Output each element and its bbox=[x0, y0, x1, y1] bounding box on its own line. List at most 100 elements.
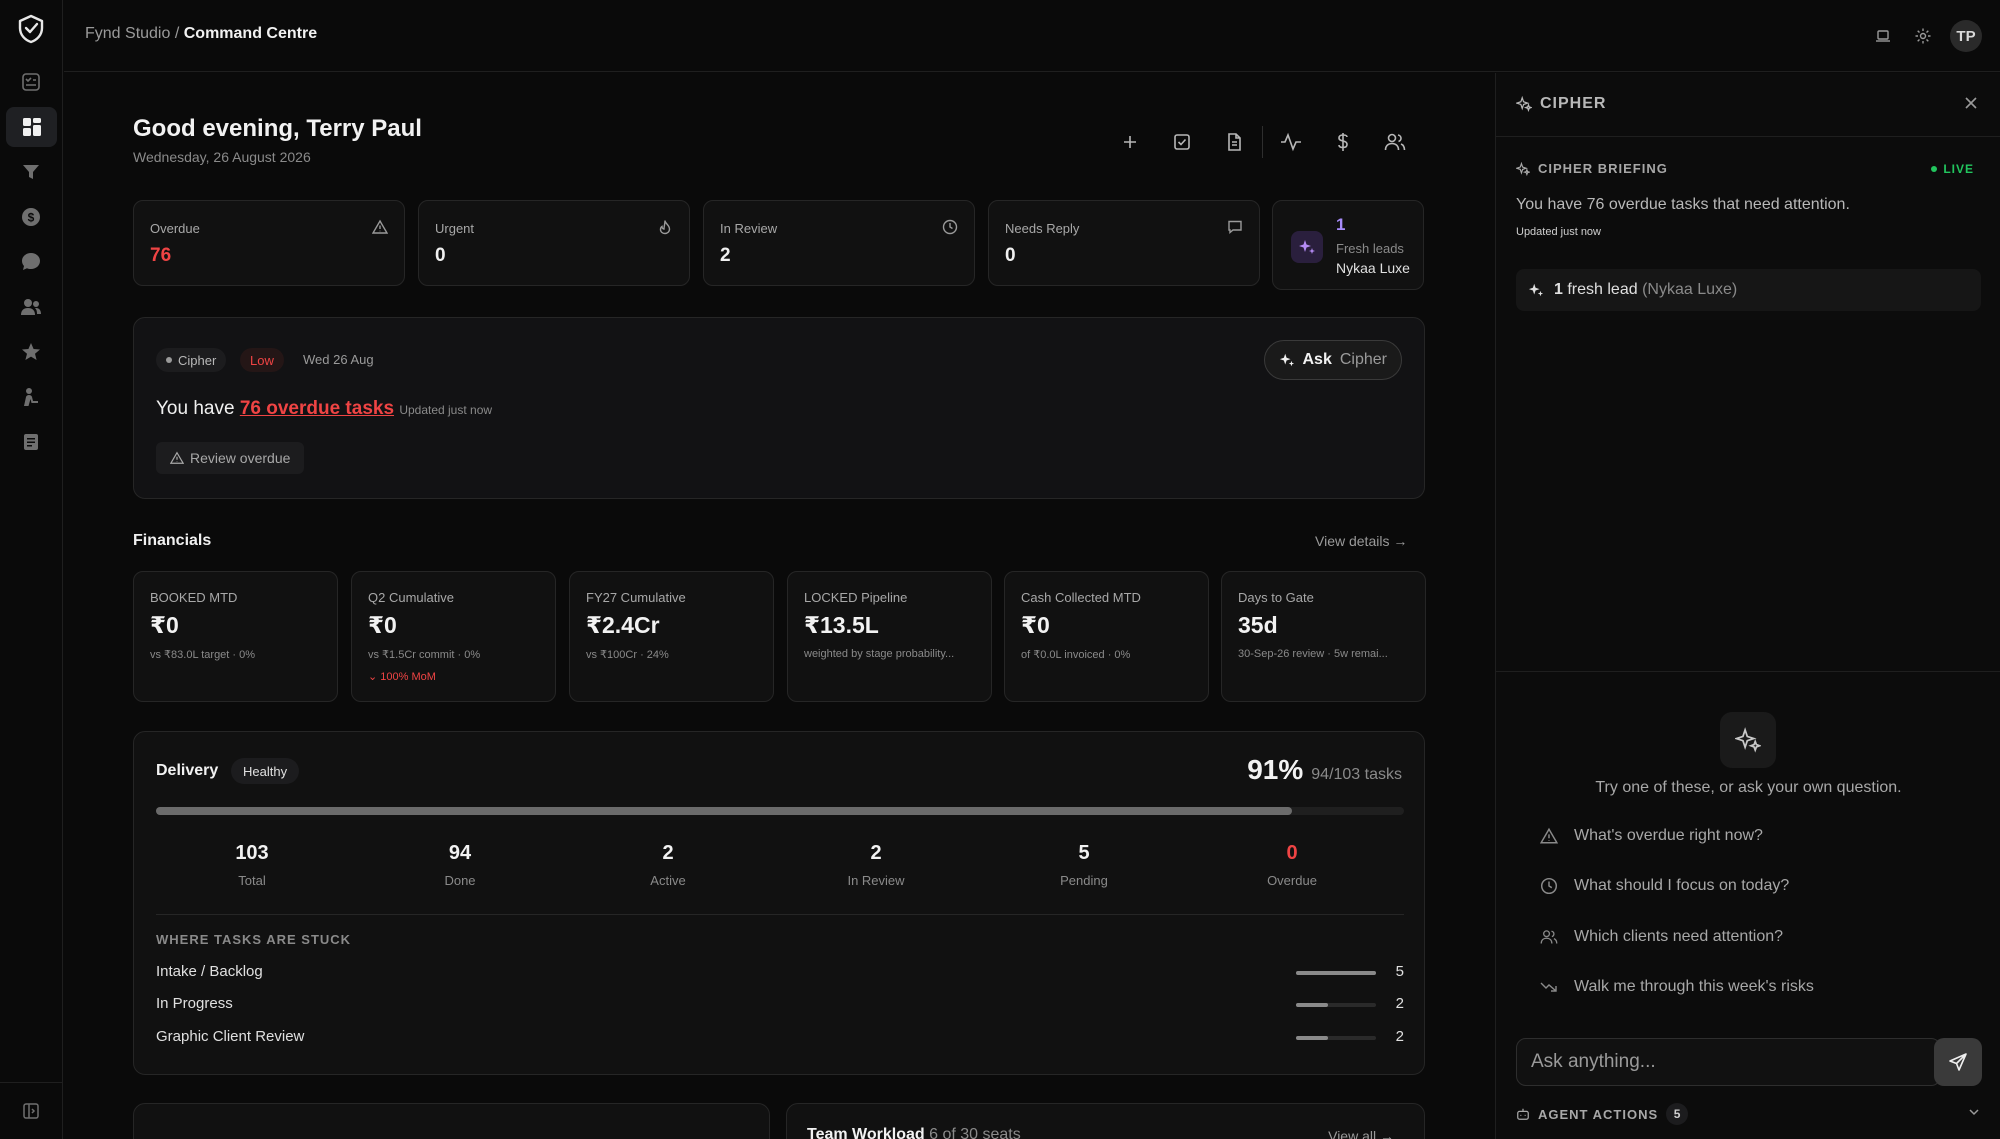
fin-trend: ⌄ 100% MoM bbox=[368, 670, 436, 683]
fin-label: Cash Collected MTD bbox=[1021, 590, 1141, 605]
stuck-bar bbox=[1296, 971, 1376, 975]
ask-cipher-prefix: Ask bbox=[1302, 351, 1332, 368]
fin-value: ₹0 bbox=[150, 612, 179, 638]
financials-title: Financials bbox=[133, 532, 212, 549]
stat-card-needs-reply[interactable]: Needs Reply 0 bbox=[988, 200, 1260, 286]
send-button[interactable] bbox=[1934, 1038, 1982, 1086]
team-icon[interactable] bbox=[1369, 125, 1421, 159]
fresh-lead-client: (Nykaa Luxe) bbox=[1642, 281, 1738, 298]
users-icon[interactable] bbox=[17, 293, 45, 321]
stuck-bar bbox=[1296, 1003, 1376, 1007]
team-workload-label: Team Workload bbox=[807, 1126, 925, 1139]
suggestion-item[interactable]: Walk me through this week's risks bbox=[1540, 978, 1814, 996]
fin-sub: weighted by stage probability... bbox=[804, 648, 955, 660]
toolbar-divider bbox=[1262, 126, 1263, 158]
stat-card-in-review[interactable]: In Review 2 bbox=[703, 200, 975, 286]
stat-label: Overdue bbox=[150, 221, 200, 236]
sidebar-toggle-icon[interactable] bbox=[17, 1097, 45, 1125]
fin-card-locked-pipeline[interactable]: LOCKED Pipeline ₹13.5L weighted by stage… bbox=[787, 571, 992, 702]
document-icon[interactable] bbox=[17, 428, 45, 456]
stuck-row[interactable]: Intake / Backlog 5 bbox=[156, 963, 1404, 983]
close-icon[interactable] bbox=[1963, 95, 1979, 111]
cipher-briefing-text: You have 76 overdue tasks that need atte… bbox=[1516, 196, 1850, 213]
person-icon[interactable] bbox=[17, 383, 45, 411]
sparkle-icon bbox=[1291, 231, 1323, 263]
cipher-panel-divider bbox=[1496, 671, 2000, 672]
fresh-leads-card[interactable]: 1 Fresh leads Nykaa Luxe bbox=[1272, 200, 1424, 290]
delivery-stat-active: 2 Active bbox=[588, 842, 748, 888]
suggestion-item[interactable]: What's overdue right now? bbox=[1540, 827, 1763, 845]
cipher-briefing-card: Cipher Low Wed 26 Aug Ask Cipher You have… bbox=[133, 317, 1425, 499]
star-icon[interactable] bbox=[17, 338, 45, 366]
fin-value: ₹2.4Cr bbox=[586, 612, 660, 638]
fin-sub: of ₹0.0L invoiced · 0% bbox=[1021, 649, 1131, 661]
delivery-stat-in-review: 2 In Review bbox=[796, 842, 956, 888]
review-overdue-label: Review overdue bbox=[190, 450, 291, 466]
dashboard-icon[interactable] bbox=[6, 107, 57, 147]
trend-down-icon bbox=[1540, 982, 1557, 992]
fin-card-q2-cumulative[interactable]: Q2 Cumulative ₹0 vs ₹1.5Cr commit · 0% ⌄… bbox=[351, 571, 556, 702]
fresh-lead-count: 1 bbox=[1554, 281, 1563, 298]
stuck-bar-fill bbox=[1296, 1003, 1328, 1007]
chat-icon[interactable] bbox=[17, 248, 45, 276]
view-details-link[interactable]: View details → bbox=[1315, 533, 1407, 549]
avatar[interactable]: TP bbox=[1950, 20, 1982, 52]
stat-label: Done bbox=[444, 873, 476, 888]
stat-card-urgent[interactable]: Urgent 0 bbox=[418, 200, 690, 286]
team-workload-title: Team Workload 6 of 30 seats bbox=[807, 1126, 1021, 1139]
stuck-row[interactable]: In Progress 2 bbox=[156, 995, 1404, 1015]
cipher-panel-header: CIPHER bbox=[1496, 73, 2000, 137]
fin-card-fy27-cumulative[interactable]: FY27 Cumulative ₹2.4Cr vs ₹100Cr · 24% bbox=[569, 571, 774, 702]
stat-card-overdue[interactable]: Overdue 76 bbox=[133, 200, 405, 286]
add-icon[interactable] bbox=[1104, 125, 1156, 159]
stat-number: 2 bbox=[870, 842, 882, 864]
fin-card-days-to-gate[interactable]: Days to Gate 35d 30-Sep-26 review · 5w r… bbox=[1221, 571, 1426, 702]
team-workload-card: Team Workload 6 of 30 seats View all → bbox=[786, 1103, 1425, 1139]
breadcrumb-parent[interactable]: Fynd Studio bbox=[85, 25, 170, 42]
view-all-link[interactable]: View all → bbox=[1328, 1128, 1394, 1139]
fin-card-booked-mtd[interactable]: BOOKED MTD ₹0 vs ₹83.0L target · 0% bbox=[133, 571, 338, 702]
fin-sub: vs ₹1.5Cr commit · 0% bbox=[368, 649, 481, 661]
fresh-leads-label: Fresh leads bbox=[1336, 241, 1404, 256]
suggestion-item[interactable]: Which clients need attention? bbox=[1540, 928, 1783, 946]
dollar-icon[interactable]: $ bbox=[17, 203, 45, 231]
gear-icon[interactable] bbox=[1910, 22, 1936, 50]
fin-label: Days to Gate bbox=[1238, 590, 1314, 605]
delivery-percent-value: 91% bbox=[1247, 754, 1304, 785]
suggestion-item[interactable]: What should I focus on today? bbox=[1540, 877, 1789, 895]
suggestion-text: What should I focus on today? bbox=[1574, 877, 1790, 894]
fin-sub: vs ₹100Cr · 24% bbox=[586, 649, 669, 661]
task-check-icon[interactable] bbox=[1156, 125, 1208, 159]
sparkle-icon bbox=[1516, 161, 1530, 176]
review-overdue-button[interactable]: Review overdue bbox=[156, 442, 305, 474]
source-label: Cipher bbox=[178, 352, 217, 368]
stuck-title: WHERE TASKS ARE STUCK bbox=[156, 932, 352, 947]
stuck-bar-fill bbox=[1296, 971, 1376, 975]
overdue-tasks-link[interactable]: 76 overdue tasks bbox=[240, 398, 394, 419]
document-add-icon[interactable] bbox=[1208, 125, 1260, 159]
delivery-divider bbox=[156, 914, 1404, 915]
ask-anything-input[interactable] bbox=[1516, 1038, 1941, 1086]
stat-label: In Review bbox=[847, 873, 905, 888]
dollar-icon[interactable] bbox=[1317, 125, 1369, 159]
activity-icon[interactable] bbox=[1265, 125, 1317, 159]
stuck-row[interactable]: Graphic Client Review 2 bbox=[156, 1028, 1404, 1048]
breadcrumb: Fynd Studio / Command Centre bbox=[85, 25, 317, 43]
fin-label: BOOKED MTD bbox=[150, 590, 238, 605]
agent-actions-toggle[interactable]: AGENT ACTIONS 5 bbox=[1516, 1103, 1981, 1125]
tasks-icon[interactable] bbox=[17, 68, 45, 96]
fin-sub: 30-Sep-26 review · 5w remai... bbox=[1238, 648, 1388, 660]
delivery-card: Delivery Healthy 91% 94/103 tasks 103 To… bbox=[133, 731, 1425, 1075]
fresh-lead-row[interactable]: 1 fresh lead (Nykaa Luxe) bbox=[1516, 269, 1981, 311]
app-logo-icon[interactable] bbox=[15, 13, 47, 45]
funnel-icon[interactable] bbox=[17, 158, 45, 186]
clock-icon bbox=[1540, 877, 1558, 895]
laptop-icon[interactable] bbox=[1870, 22, 1896, 50]
briefing-updated: Updated just now bbox=[399, 403, 493, 417]
fin-card-cash-collected[interactable]: Cash Collected MTD ₹0 of ₹0.0L invoiced … bbox=[1004, 571, 1209, 702]
ask-cipher-button[interactable]: Ask Cipher bbox=[1263, 340, 1402, 380]
top-bar: Fynd Studio / Command Centre TP bbox=[64, 0, 2000, 72]
fresh-leads-count: 1 bbox=[1336, 215, 1346, 234]
suggestion-text: Walk me through this week's risks bbox=[1574, 978, 1814, 995]
delivery-stat-overdue: 0 Overdue bbox=[1212, 842, 1372, 888]
